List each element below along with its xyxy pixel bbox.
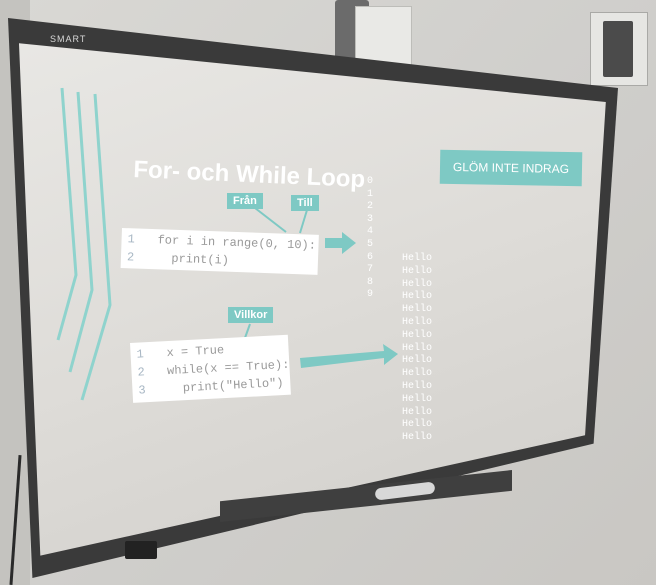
output-line: Hello [402,291,433,303]
for-loop-code-block: 1 for i in range(0, 10): 2 print(i) [120,228,319,275]
for-loop-output: 0 1 2 3 4 5 6 7 8 9 [367,176,373,302]
output-line: 8 [367,276,374,288]
decor-line-1 [56,87,78,341]
output-line: Hello [402,253,433,264]
output-line: 6 [367,251,374,263]
output-line: Hello [402,419,433,431]
tag-from: Från [227,193,263,209]
while-loop-code-block: 1 x = True 2 while(x == True): 3 print("… [130,334,291,403]
line-number: 2 [126,250,135,265]
output-line: Hello [402,432,433,444]
output-line: Hello [402,368,433,380]
output-line: 1 [367,188,374,200]
output-line: 9 [367,289,374,301]
arrow-for-icon [325,232,356,254]
brand-logo: SMART [50,34,87,44]
output-line: Hello [402,355,433,367]
output-line: Hello [402,342,433,354]
connector-to [299,209,308,234]
output-line: Hello [402,329,433,341]
code-text: print("Hello") [168,376,284,397]
tag-to: Till [291,195,319,211]
arrow-while-icon [300,344,398,368]
output-line: 3 [367,213,374,225]
reminder-banner: GLÖM INTE INDRAG [439,149,583,187]
output-line: 7 [367,264,374,276]
output-line: Hello [402,265,433,277]
code-text: x = True [166,343,225,361]
output-line: Hello [402,406,433,418]
output-line: 2 [367,201,374,213]
output-line: 4 [367,226,374,238]
output-line: Hello [402,304,433,316]
code-text: print(i) [156,251,230,268]
line-number: 2 [137,365,146,380]
mount-bracket [125,541,157,559]
decor-line-3 [80,93,112,401]
output-line: Hello [402,380,433,392]
while-loop-output: Hello Hello Hello Hello Hello Hello Hell… [402,253,432,445]
connector-from [254,207,287,233]
line-number: 1 [127,232,136,247]
tag-condition: Villkor [228,307,274,323]
output-line: Hello [402,393,433,405]
line-number: 3 [138,383,147,398]
line-number: 1 [136,347,145,362]
output-line: 0 [367,176,374,187]
output-line: Hello [402,316,433,328]
output-line: 5 [367,238,374,250]
output-line: Hello [402,278,433,290]
